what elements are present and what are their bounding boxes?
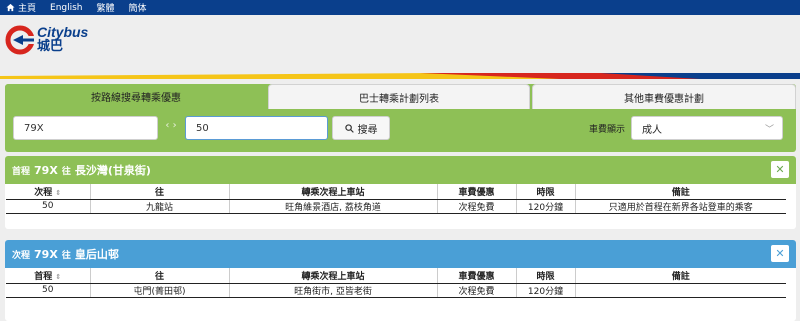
destination: 皇后山邨 xyxy=(74,248,119,261)
col-header-boarding-stop: 轉乘次程上車站 xyxy=(229,184,438,200)
search-button[interactable]: 搜尋 xyxy=(332,116,390,140)
search-icon xyxy=(344,123,354,133)
swap-icon[interactable]: ‹ › xyxy=(160,120,182,134)
nav-home-label: 主頁 xyxy=(18,4,37,14)
cell-fare-discount: 次程免費 xyxy=(437,199,517,214)
tab-other-fare-schemes[interactable]: 其他車費優惠計劃 xyxy=(532,84,796,109)
cell-time-limit: 120分鐘 xyxy=(516,199,576,214)
fare-display-label: 車費顯示 xyxy=(589,125,626,135)
tab-transfer-list[interactable]: 巴士轉乘計劃列表 xyxy=(268,84,530,109)
result-first-leg: 首程 79X 往 長沙灣(甘泉街) ✕ 次程 ⇕ 往 轉乘次程上車站 車費優惠 時… xyxy=(5,156,796,229)
to-label: 往 xyxy=(61,166,71,177)
cell-boarding-stop: 旺角街市, 亞皆老街 xyxy=(229,283,438,298)
second-route-input[interactable]: 50 xyxy=(185,116,328,140)
cell-remarks xyxy=(575,283,786,298)
nav-home[interactable]: 主頁 xyxy=(6,1,36,14)
col-header-sequence[interactable]: 首程 ⇕ xyxy=(6,268,91,284)
col-header-to: 往 xyxy=(90,268,230,284)
col-header-time-limit: 時限 xyxy=(516,184,576,200)
nav-english[interactable]: English xyxy=(50,3,83,13)
tab-route-search[interactable]: 按路線搜尋轉乘優惠 xyxy=(5,84,267,109)
nav-simplified[interactable]: 簡体 xyxy=(129,1,147,14)
col-header-remarks: 備註 xyxy=(575,268,786,284)
cell-remarks: 只適用於首程在新界各站登車的乘客 xyxy=(575,199,786,214)
col-header-sequence[interactable]: 次程 ⇕ xyxy=(6,184,91,200)
route-number: 79X xyxy=(34,163,58,177)
cell-fare-discount: 次程免費 xyxy=(437,283,517,298)
transfer-table: 首程 ⇕ 往 轉乘次程上車站 車費優惠 時限 備註 50 屯門(菁田邨) 旺角街市… xyxy=(6,268,786,298)
site-header: Citybus 城巴 xyxy=(0,15,800,73)
home-icon xyxy=(6,3,15,12)
direction-label: 首程 xyxy=(12,166,31,177)
result-header: 次程 79X 往 皇后山邨 ✕ xyxy=(5,240,796,268)
cell-time-limit: 120分鐘 xyxy=(516,283,576,298)
col-header-fare-discount: 車費優惠 xyxy=(437,184,517,200)
search-panel: 按路線搜尋轉乘優惠 巴士轉乘計劃列表 其他車費優惠計劃 79X ‹ › 50 搜… xyxy=(5,84,796,152)
citybus-logo[interactable]: Citybus 城巴 xyxy=(5,25,88,55)
col-header-remarks: 備註 xyxy=(575,184,786,200)
table-row: 50 九龍站 旺角維景酒店, 荔枝角道 次程免費 120分鐘 只適用於首程在新界… xyxy=(6,199,786,214)
sort-icon: ⇕ xyxy=(55,272,62,281)
header-stripe xyxy=(0,73,800,79)
result-header: 首程 79X 往 長沙灣(甘泉街) ✕ xyxy=(5,156,796,184)
col-header-fare-discount: 車費優惠 xyxy=(437,268,517,284)
cell-to: 九龍站 xyxy=(90,199,230,214)
table-row: 50 屯門(菁田邨) 旺角街市, 亞皆老街 次程免費 120分鐘 xyxy=(6,283,786,298)
route-number: 79X xyxy=(34,247,58,261)
col-header-time-limit: 時限 xyxy=(516,268,576,284)
route-input[interactable]: 79X xyxy=(13,116,158,140)
close-button[interactable]: ✕ xyxy=(771,161,789,178)
close-icon: ✕ xyxy=(775,163,785,176)
cell-boarding-stop: 旺角維景酒店, 荔枝角道 xyxy=(229,199,438,214)
to-label: 往 xyxy=(61,250,71,261)
fare-type-select[interactable]: 成人 ﹀ xyxy=(631,116,783,140)
sort-icon: ⇕ xyxy=(55,188,62,197)
citybus-logo-icon xyxy=(5,25,35,55)
top-nav: 主頁 English 繁體 簡体 xyxy=(0,0,800,15)
logo-english: Citybus xyxy=(37,24,89,40)
close-icon: ✕ xyxy=(775,247,785,260)
chevron-down-icon: ﹀ xyxy=(764,125,774,135)
col-header-to: 往 xyxy=(90,184,230,200)
search-button-label: 搜尋 xyxy=(357,124,378,136)
result-second-leg: 次程 79X 往 皇后山邨 ✕ 首程 ⇕ 往 轉乘次程上車站 車費優惠 時限 備註… xyxy=(5,240,796,321)
cell-route: 50 xyxy=(6,283,91,298)
direction-label: 次程 xyxy=(12,250,31,261)
col-header-boarding-stop: 轉乘次程上車站 xyxy=(229,268,438,284)
logo-chinese: 城巴 xyxy=(37,39,64,54)
close-button[interactable]: ✕ xyxy=(771,245,789,262)
transfer-table: 次程 ⇕ 往 轉乘次程上車站 車費優惠 時限 備註 50 九龍站 旺角維景酒店, … xyxy=(6,184,786,214)
destination: 長沙灣(甘泉街) xyxy=(74,164,151,177)
cell-to: 屯門(菁田邨) xyxy=(90,283,230,298)
nav-traditional[interactable]: 繁體 xyxy=(97,1,115,14)
cell-route: 50 xyxy=(6,199,91,214)
fare-type-value: 成人 xyxy=(642,124,662,136)
